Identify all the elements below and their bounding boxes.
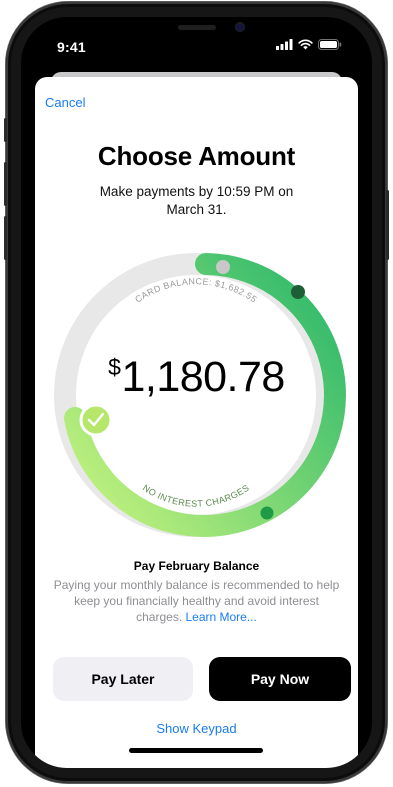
amount-slider-handle[interactable] <box>79 403 113 437</box>
statement-balance-marker <box>291 285 305 299</box>
front-camera <box>236 23 244 31</box>
pay-later-button[interactable]: Pay Later <box>53 657 193 701</box>
home-indicator[interactable] <box>129 748 263 753</box>
silent-switch <box>4 118 7 142</box>
volume-down-button <box>4 216 7 260</box>
amount-value: 1,180.78 <box>121 353 285 401</box>
card-balance-marker <box>216 260 230 274</box>
wifi-icon <box>298 39 313 50</box>
amount-dial: CARD BALANCE: $1,682.55 NO INTEREST CHAR… <box>35 77 358 577</box>
power-button <box>386 190 389 260</box>
speaker-grille <box>178 25 216 30</box>
payment-sheet: Cancel Choose Amount Make payments by 10… <box>35 77 358 768</box>
payment-option-title: Pay February Balance <box>133 559 260 573</box>
status-bar: 9:41 <box>21 17 372 69</box>
payment-amount[interactable]: $1,180.78 <box>35 353 358 402</box>
cellular-signal-icon <box>276 39 293 50</box>
minimum-payment-marker <box>260 506 274 520</box>
no-interest-label: NO INTEREST CHARGES <box>141 483 251 509</box>
learn-more-link[interactable]: Learn More... <box>185 610 256 624</box>
volume-up-button <box>4 162 7 206</box>
status-icons <box>276 39 342 50</box>
payment-option-description: Paying your monthly balance is recommend… <box>53 577 340 625</box>
currency-symbol: $ <box>108 354 121 380</box>
svg-text:NO INTEREST CHARGES: NO INTEREST CHARGES <box>141 483 251 509</box>
screen: 9:41 Cancel Choose Amount Make payments … <box>21 17 372 768</box>
battery-icon <box>318 39 342 50</box>
notch <box>106 17 287 47</box>
pay-now-button[interactable]: Pay Now <box>209 657 351 701</box>
status-time: 9:41 <box>57 39 86 55</box>
show-keypad-button[interactable]: Show Keypad <box>35 721 358 736</box>
